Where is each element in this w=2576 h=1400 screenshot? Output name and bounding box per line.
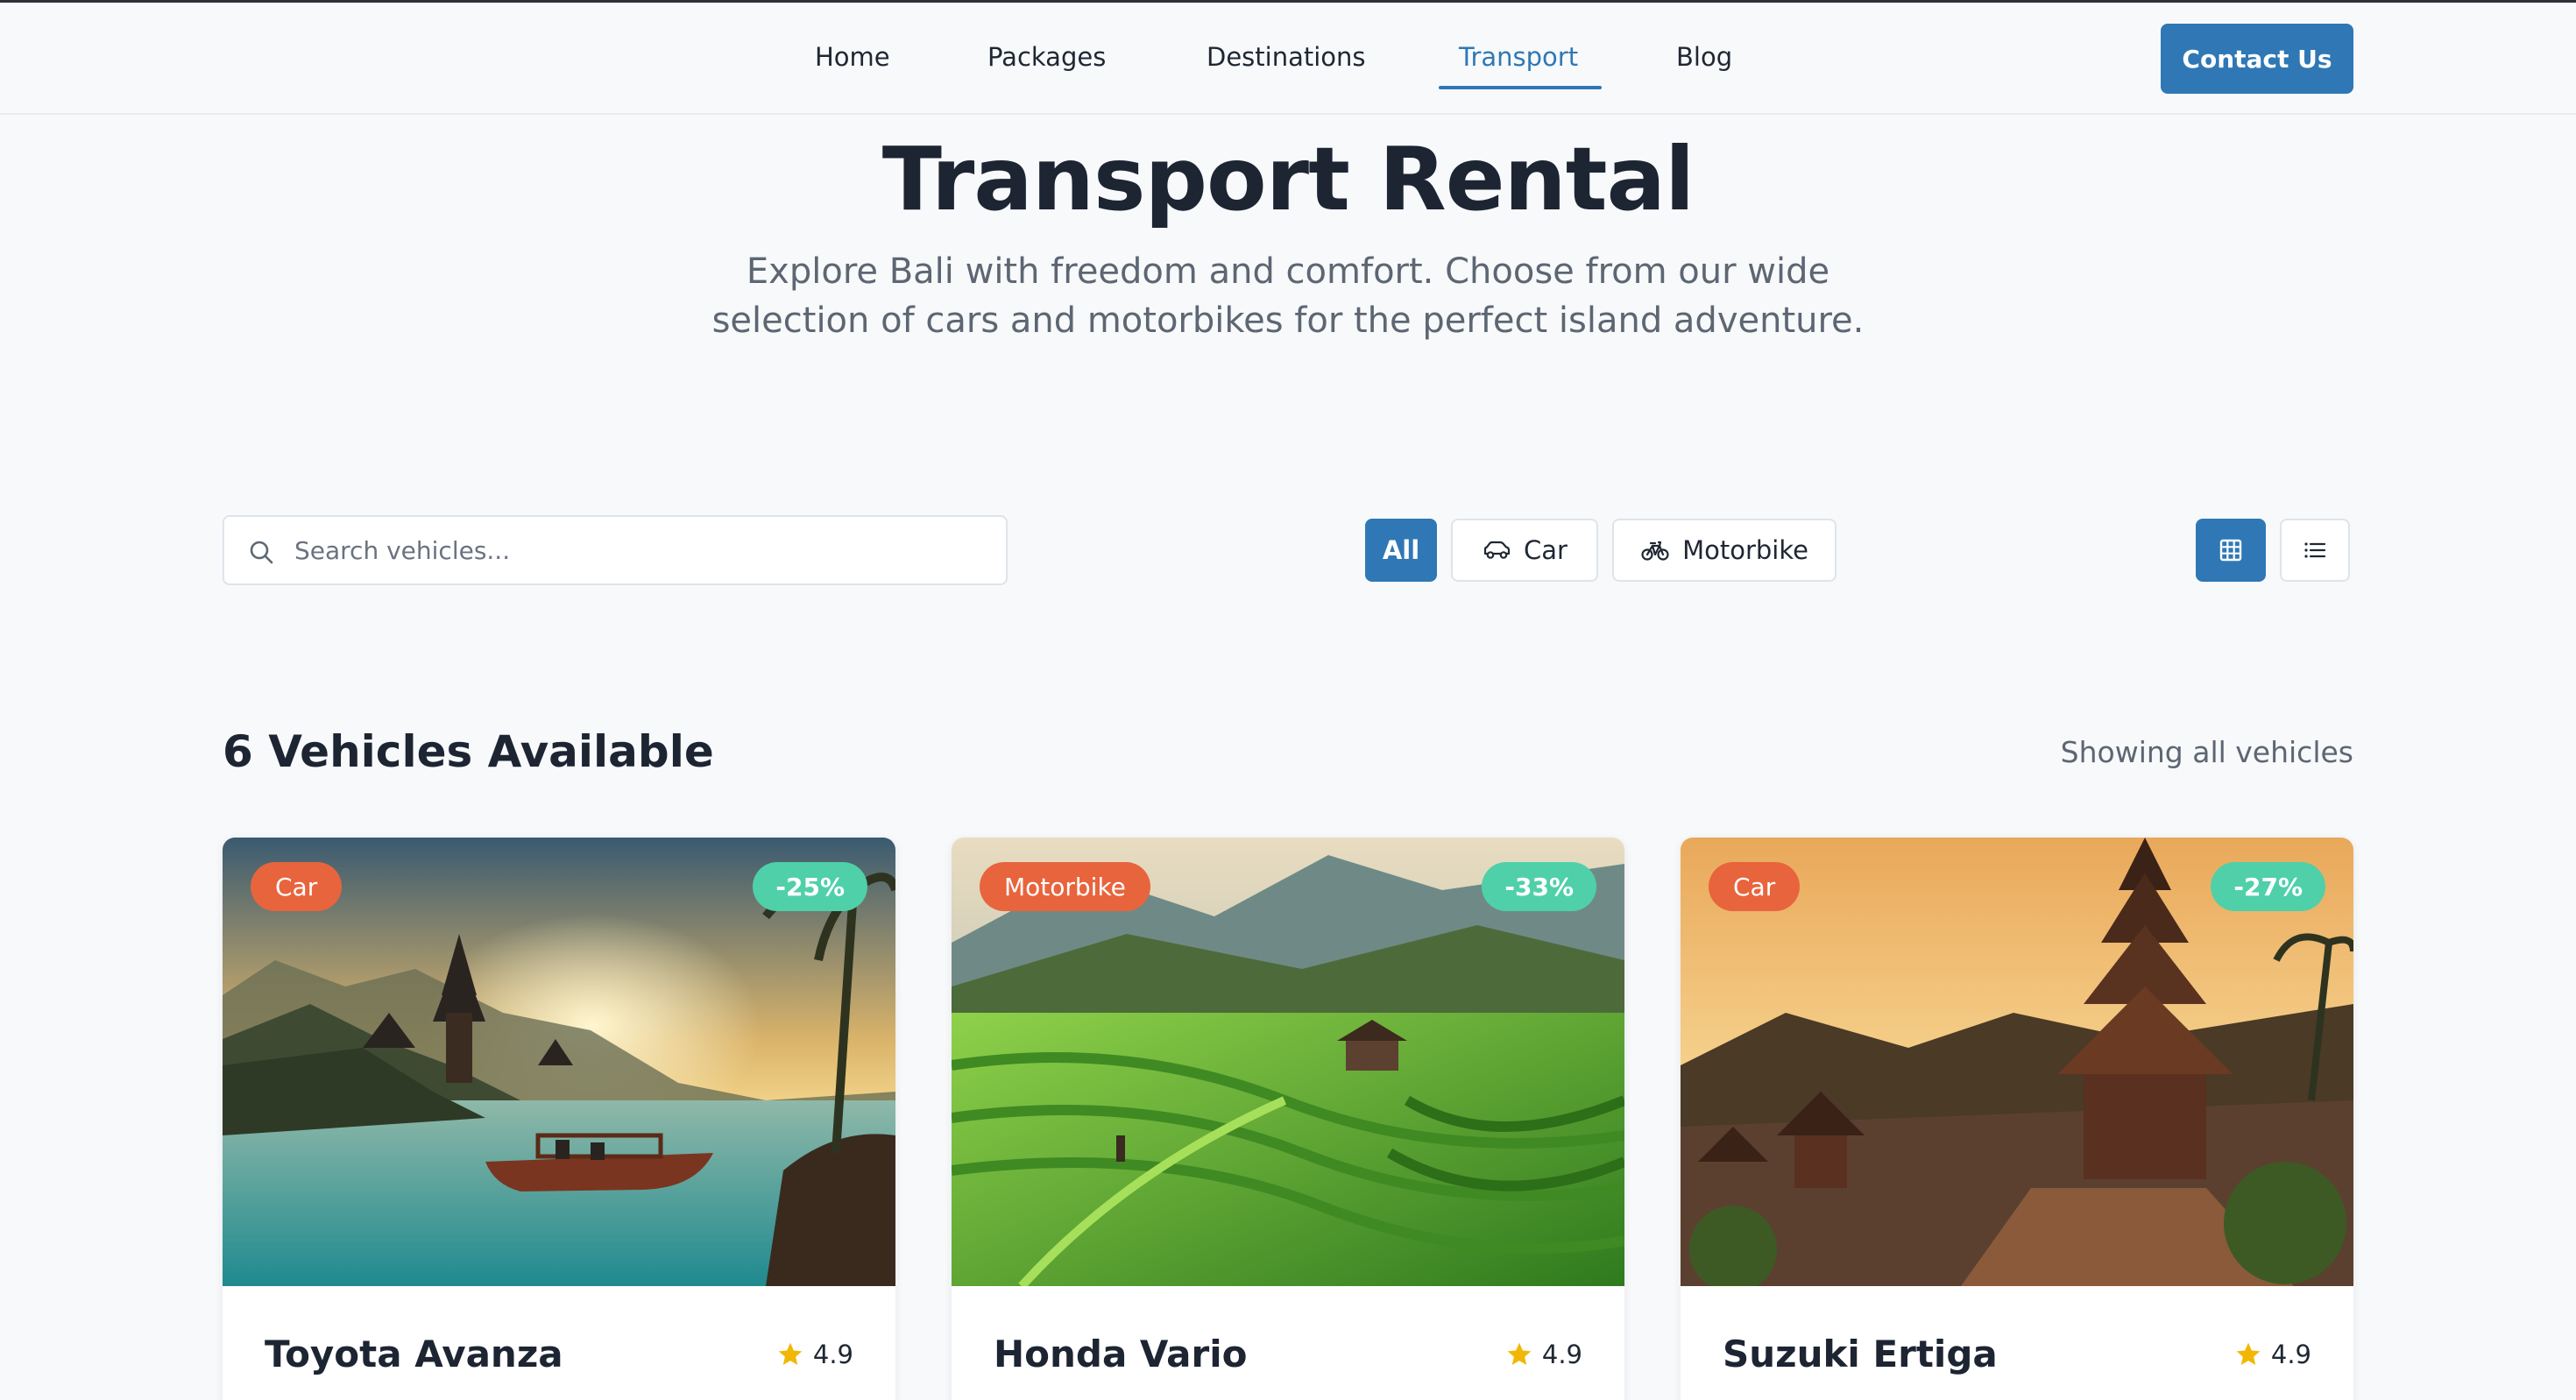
filter-car-label: Car bbox=[1524, 535, 1568, 565]
list-view-button[interactable] bbox=[2280, 519, 2350, 582]
vehicle-name: Suzuki Ertiga bbox=[1723, 1333, 1998, 1375]
vehicle-name: Honda Vario bbox=[994, 1333, 1248, 1375]
discount-badge: -25% bbox=[753, 862, 867, 911]
discount-badge: -33% bbox=[1482, 862, 1596, 911]
subtitle-line-1: Explore Bali with freedom and comfort. C… bbox=[746, 251, 1830, 292]
vehicle-rating: 4.9 bbox=[776, 1337, 853, 1372]
nav-item-transport[interactable]: Transport bbox=[1459, 38, 1578, 76]
subtitle-line-2: selection of cars and motorbikes for the… bbox=[711, 301, 1865, 341]
vehicle-type-badge: Car bbox=[1709, 862, 1801, 911]
rating-value: 4.9 bbox=[812, 1340, 853, 1369]
filter-motorbike-button[interactable]: Motorbike bbox=[1612, 519, 1836, 582]
results-count: 6 Vehicles Available bbox=[223, 726, 714, 777]
vehicle-card[interactable]: Motorbike -33% Honda Vario 4.9 bbox=[952, 838, 1624, 1400]
top-navigation: Home Packages Destinations Transport Blo… bbox=[0, 3, 2576, 115]
vehicle-type-badge: Motorbike bbox=[980, 862, 1150, 911]
star-icon bbox=[778, 1342, 803, 1365]
vehicle-type-badge: Car bbox=[251, 862, 343, 911]
bike-icon bbox=[1641, 541, 1669, 561]
grid-view-button[interactable] bbox=[2196, 519, 2266, 582]
star-icon bbox=[1507, 1342, 1532, 1365]
nav-item-destinations[interactable]: Destinations bbox=[1207, 38, 1366, 76]
contact-us-button[interactable]: Contact Us bbox=[2161, 24, 2353, 94]
nav-item-packages[interactable]: Packages bbox=[987, 38, 1106, 76]
filter-car-button[interactable]: Car bbox=[1451, 519, 1598, 582]
nav-item-home[interactable]: Home bbox=[815, 38, 890, 76]
results-status: Showing all vehicles bbox=[2060, 735, 2353, 769]
nav-item-blog[interactable]: Blog bbox=[1676, 38, 1732, 76]
search-box bbox=[223, 515, 1008, 585]
vehicle-card[interactable]: Car -25% Toyota Avanza 4.9 bbox=[223, 838, 895, 1400]
active-nav-indicator bbox=[1439, 86, 1602, 89]
filter-all-button[interactable]: All bbox=[1365, 519, 1437, 582]
star-icon bbox=[2236, 1342, 2261, 1365]
vehicle-rating: 4.9 bbox=[1505, 1337, 1582, 1372]
vehicle-rating: 4.9 bbox=[2234, 1337, 2311, 1372]
list-icon bbox=[2304, 542, 2326, 558]
filter-all-label: All bbox=[1382, 535, 1420, 565]
discount-badge: -27% bbox=[2211, 862, 2325, 911]
rating-value: 4.9 bbox=[1541, 1340, 1582, 1369]
rating-value: 4.9 bbox=[2270, 1340, 2311, 1369]
vehicle-name: Toyota Avanza bbox=[265, 1333, 563, 1375]
grid-icon bbox=[2219, 539, 2242, 562]
filter-motorbike-label: Motorbike bbox=[1682, 535, 1808, 565]
page-title: Transport Rental bbox=[881, 128, 1695, 230]
car-icon bbox=[1483, 541, 1511, 559]
search-input[interactable] bbox=[294, 526, 978, 575]
vehicle-card[interactable]: Car -27% Suzuki Ertiga 4.9 bbox=[1681, 838, 2353, 1400]
search-icon bbox=[250, 541, 273, 564]
page-subtitle: Explore Bali with freedom and comfort. C… bbox=[675, 247, 1901, 345]
